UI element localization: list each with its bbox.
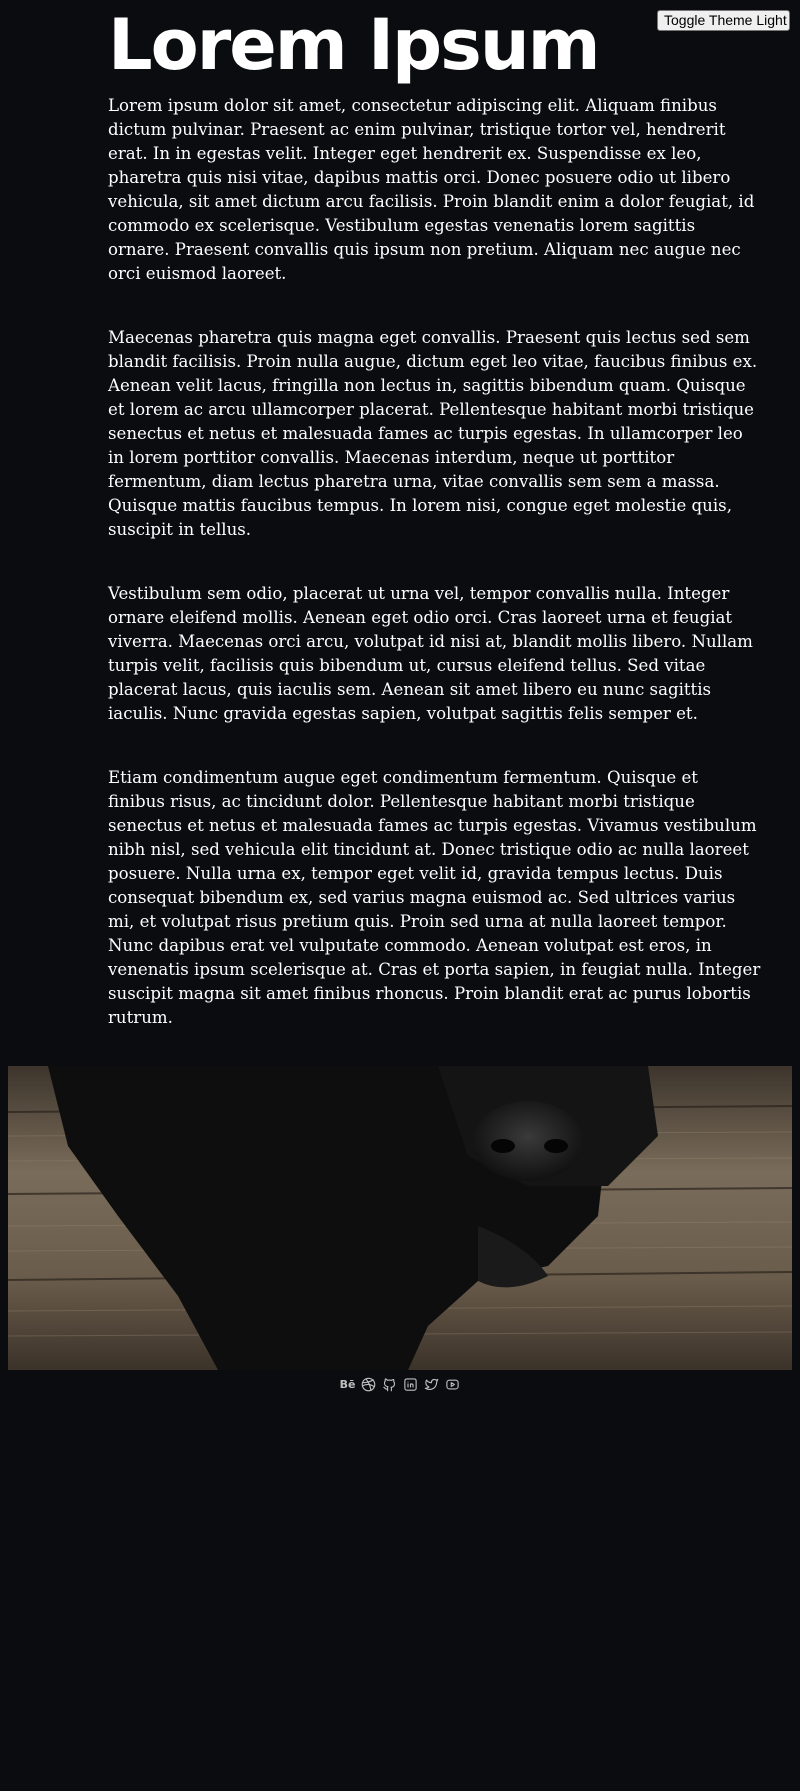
paragraph-line: suscipit in tellus. xyxy=(108,520,252,539)
paragraph-line: Etiam condimentum augue eget condimentum… xyxy=(108,768,698,787)
behance-icon[interactable]: Bē xyxy=(340,1376,356,1392)
paragraph-line: pharetra quis nisi vitae, dapibus mattis… xyxy=(108,168,731,187)
paragraph-line: senectus et netus et malesuada fames ac … xyxy=(108,424,743,443)
paragraph-1: Lorem ipsum dolor sit amet, consectetur … xyxy=(108,94,755,286)
twitter-icon[interactable] xyxy=(424,1376,440,1392)
paragraph-line: Lorem ipsum dolor sit amet, consectetur … xyxy=(108,96,717,115)
paragraph-line: fermentum, diam lectus pharetra urna, vi… xyxy=(108,472,720,491)
paragraph-3: Vestibulum sem odio, placerat ut urna ve… xyxy=(108,582,753,726)
paragraph-line: et lorem ac arcu ullamcorper placerat. P… xyxy=(108,400,754,419)
paragraph-line: finibus risus, ac tincidunt dolor. Pelle… xyxy=(108,792,695,811)
paragraph-line: consequat bibendum ex, sed varius magna … xyxy=(108,888,736,907)
social-links: Bē xyxy=(0,1376,800,1392)
linkedin-icon[interactable] xyxy=(403,1376,419,1392)
paragraph-line: venenatis ipsum scelerisque at. Cras et … xyxy=(108,960,761,979)
paragraph-line: suscipit magna sit amet finibus rhoncus.… xyxy=(108,984,751,1003)
hero-image xyxy=(8,1066,792,1370)
paragraph-line: orci euismod laoreet. xyxy=(108,264,287,283)
paragraph-line: erat. In in egestas velit. Integer eget … xyxy=(108,144,702,163)
paragraph-line: ornare eleifend mollis. Aenean eget odio… xyxy=(108,608,733,627)
paragraph-line: commodo ex scelerisque. Vestibulum egest… xyxy=(108,216,696,235)
paragraph-line: in lorem porttitor convallis. Maecenas i… xyxy=(108,448,675,467)
paragraph-line: iaculis. Nunc gravida egestas sapien, vo… xyxy=(108,704,698,723)
dribbble-icon[interactable] xyxy=(361,1376,377,1392)
page-title: Lorem Ipsum xyxy=(108,4,601,86)
paragraph-line: Vestibulum sem odio, placerat ut urna ve… xyxy=(108,584,730,603)
paragraph-line: vehicula, sit amet dictum arcu facilisis… xyxy=(108,192,755,211)
paragraph-line: rutrum. xyxy=(108,1008,173,1027)
paragraph-line: nibh nisl, sed vehicula elit tincidunt a… xyxy=(108,840,749,859)
paragraph-line: Maecenas pharetra quis magna eget conval… xyxy=(108,328,750,347)
paragraph-line: ornare. Praesent convallis quis ipsum no… xyxy=(108,240,741,259)
paragraph-line: dictum pulvinar. Praesent ac enim pulvin… xyxy=(108,120,726,139)
paragraph-line: senectus et netus et malesuada fames ac … xyxy=(108,816,757,835)
main-content: Lorem Ipsum Lorem ipsum dolor sit amet, … xyxy=(108,0,761,1030)
behance-label: Bē xyxy=(339,1377,356,1391)
paragraph-line: posuere. Nulla urna ex, tempor eget veli… xyxy=(108,864,723,883)
paragraph-4: Etiam condimentum augue eget condimentum… xyxy=(108,766,761,1030)
paragraph-line: Aenean velit lacus, fringilla non lectus… xyxy=(108,376,746,395)
paragraph-2: Maecenas pharetra quis magna eget conval… xyxy=(108,326,758,542)
paragraph-line: viverra. Maecenas orci arcu, volutpat id… xyxy=(108,632,753,651)
github-icon[interactable] xyxy=(382,1376,398,1392)
paragraph-line: blandit facilisis. Proin nulla augue, di… xyxy=(108,352,758,371)
paragraph-line: mi, et volutpat risus pretium quis. Proi… xyxy=(108,912,727,931)
paragraph-line: Nunc dapibus erat vel vulputate commodo.… xyxy=(108,936,712,955)
paragraph-line: turpis velit, facilisis quis bibendum ut… xyxy=(108,656,706,675)
youtube-icon[interactable] xyxy=(445,1376,461,1392)
paragraph-line: Quisque mattis faucibus tempus. In lorem… xyxy=(108,496,732,515)
paragraph-line: placerat lacus, quis iaculis sem. Aenean… xyxy=(108,680,712,699)
